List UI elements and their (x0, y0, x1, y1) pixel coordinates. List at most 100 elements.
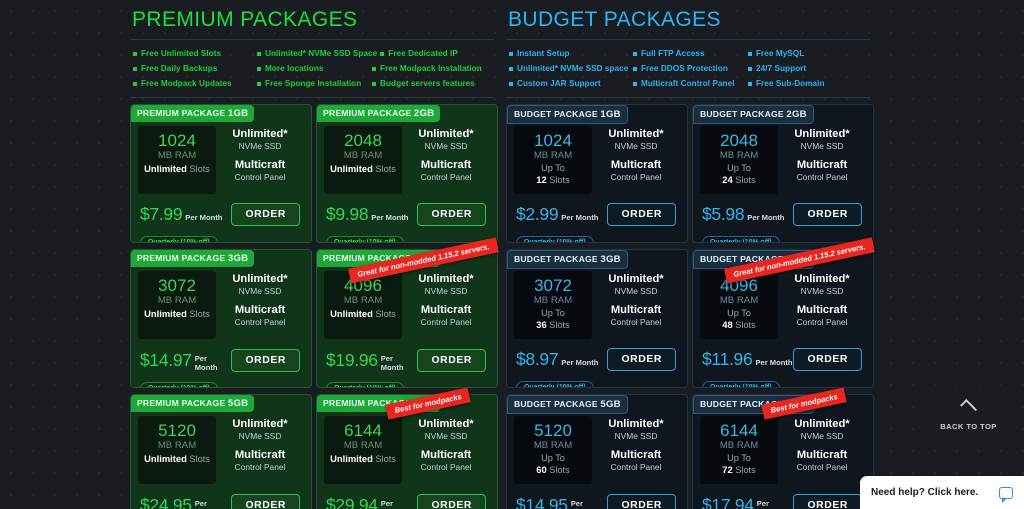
ram-unit: MB RAM (157, 295, 197, 306)
package-card: PREMIUM PACKAGE 3GB 3072 MB RAM Unlimited S… (130, 249, 312, 388)
ram-spec-box: 1024 MB RAM Unlimited Slots (138, 126, 216, 194)
ram-unit: MB RAM (533, 295, 573, 306)
feature-label: Free Sub-Domain (756, 78, 825, 88)
bullet-icon (257, 66, 261, 71)
slots-count: Unlimited (144, 308, 187, 319)
feature-item: Free Sub-Domain (745, 78, 870, 90)
feature-row: Free Daily Backups More locations Free Mod… (130, 61, 494, 76)
price-row: $24.95Per Month ORDER (138, 493, 304, 509)
billing-option-row: Quarterly (10% off) (140, 231, 304, 242)
slots-line: 24 Slots (702, 174, 776, 186)
slots-count: 60 (536, 464, 547, 475)
bullet-icon (509, 66, 513, 71)
order-button[interactable]: ORDER (793, 493, 862, 509)
slots-suffix: Slots (189, 309, 210, 319)
package-size: 2GB (786, 109, 807, 120)
feature-label: Full FTP Access (641, 48, 705, 58)
price-period: Per Month (755, 358, 793, 367)
order-button[interactable]: ORDER (231, 203, 300, 226)
order-button[interactable]: ORDER (607, 348, 676, 371)
order-button[interactable]: ORDER (607, 203, 676, 226)
billing-option-pill[interactable]: Quarterly (10% off) (516, 380, 594, 387)
package-name-badge: BUDGET PACKAGE 2GB (693, 105, 814, 124)
slots-upto-label: Up To (727, 453, 751, 463)
feature-label: More locations (265, 63, 324, 73)
slots-line: 72 Slots (702, 464, 776, 476)
storage-subtitle: NVMe SSD (238, 141, 282, 151)
chat-widget[interactable]: Need help? Click here. (860, 476, 1024, 509)
package-card-slot: PREMIUM PACKAGE 6GB6144MB RAMUnlimited S… (316, 387, 502, 509)
package-size: 5GB (227, 398, 249, 409)
order-button[interactable]: ORDER (231, 493, 300, 509)
storage-title: Unlimited* (418, 273, 474, 285)
bullet-icon (748, 51, 752, 56)
ram-value: 3072 (158, 276, 196, 295)
spec-section: 2048 MB RAM Unlimited Slots Unlimited* NVMe … (324, 126, 490, 194)
package-size: 5GB (600, 399, 621, 410)
ram-value: 2048 (720, 131, 758, 150)
slots-count: Unlimited (144, 163, 187, 174)
back-to-top-button[interactable]: BACK TO TOP (931, 385, 1006, 449)
order-button[interactable]: ORDER (417, 203, 486, 226)
billing-option-pill[interactable]: Quarterly (10% off) (140, 381, 218, 387)
price-value: $14.97 (140, 349, 192, 370)
price-row: $5.98 Per Month ORDER (700, 203, 866, 226)
slots-suffix: Slots (549, 175, 570, 185)
slots-line: Unlimited Slots (326, 453, 400, 465)
order-button[interactable]: ORDER (417, 493, 486, 509)
feature-item: Multicraft Control Panel (630, 78, 745, 90)
ram-spec-box: 2048 MB RAM Up To 24 Slots (700, 126, 778, 194)
package-name-prefix: PREMIUM PACKAGE (137, 398, 226, 408)
order-button[interactable]: ORDER (231, 348, 300, 372)
panel-title: Multicraft (610, 159, 662, 171)
slots-suffix: Slots (189, 454, 210, 464)
bullet-icon (257, 81, 261, 86)
price-row: $11.96 Per Month ORDER (700, 348, 866, 371)
billing-option-pill[interactable]: Quarterly (10% off) (702, 380, 780, 387)
feature-label: Custom JAR Support (517, 78, 601, 88)
order-button[interactable]: ORDER (417, 348, 486, 372)
panel-subtitle: Control Panel (796, 317, 848, 327)
feature-label: Free Daily Backups (141, 63, 218, 73)
order-button[interactable]: ORDER (793, 348, 862, 371)
price-row: $8.97 Per Month ORDER (514, 348, 680, 371)
panel-subtitle: Control Panel (234, 462, 286, 472)
package-card: PREMIUM PACKAGE 1GB 1024 MB RAM Unlimited S… (130, 104, 312, 243)
price-row: $19.96 Per Month ORDER (324, 348, 490, 372)
billing-option-pill[interactable]: Quarterly (10% off) (516, 235, 594, 242)
billing-option-row: Quarterly (10% off) (516, 376, 680, 387)
slots-line: 12 Slots (516, 174, 590, 186)
feature-spec-box: Unlimited* NVMe SSD Multicraft Control Pane… (592, 126, 680, 194)
feature-label: Free Unlimited Slots (141, 48, 222, 58)
feature-label: 24/7 Support (756, 63, 807, 73)
slots-line: Unlimited Slots (140, 163, 214, 175)
ram-unit: MB RAM (343, 295, 383, 306)
order-button[interactable]: ORDER (793, 203, 862, 226)
billing-option-pill[interactable]: Quarterly (10% off) (326, 235, 404, 242)
ram-spec-box: 2048 MB RAM Unlimited Slots (324, 126, 402, 194)
storage-subtitle: NVMe SSD (424, 286, 468, 296)
ram-unit: MB RAM (533, 150, 573, 161)
package-card: BUDGET PACKAGE 1GB 1024 MB RAM Up To 12 Slot… (506, 104, 688, 243)
billing-option-pill[interactable]: Quarterly (10% off) (326, 381, 404, 387)
price-row: $7.99 Per Month ORDER (138, 203, 304, 226)
billing-option-pill[interactable]: Quarterly (10% off) (702, 235, 780, 242)
price-period: Per Month (756, 499, 780, 509)
package-card: BUDGET PACKAGE 2GB 2048 MB RAM Up To 24 Slot… (692, 104, 874, 243)
billing-option-row: Quarterly (10% off) (326, 231, 490, 242)
package-size: 2GB (413, 108, 435, 119)
feature-item: Budget servers features (369, 78, 494, 90)
package-card: PREMIUM PACKAGE 2GB 2048 MB RAM Unlimited S… (316, 104, 498, 243)
slots-upto-label: Up To (541, 453, 565, 463)
billing-option-pill[interactable]: Quarterly (10% off) (140, 235, 218, 242)
pricing-page: PREMIUM PACKAGES Free Unlimited Slots Unl… (0, 0, 1024, 509)
bullet-icon (133, 81, 137, 86)
order-button[interactable]: ORDER (607, 493, 676, 509)
package-card-slot: PREMIUM PACKAGE 5GB 5120 MB RAM Unlimited S… (130, 394, 316, 509)
billing-options: Quarterly (10% off)Semi-Annually (12.5% … (324, 231, 490, 242)
feature-spec-box: Unlimited* NVMe SSD Multicraft Control Pane… (778, 416, 866, 484)
storage-subtitle: NVMe SSD (800, 431, 844, 441)
storage-title: Unlimited* (794, 273, 850, 285)
feature-row: Custom JAR Support Multicraft Control Pan… (506, 76, 870, 91)
feature-label: Free Modpack Installation (380, 63, 482, 73)
